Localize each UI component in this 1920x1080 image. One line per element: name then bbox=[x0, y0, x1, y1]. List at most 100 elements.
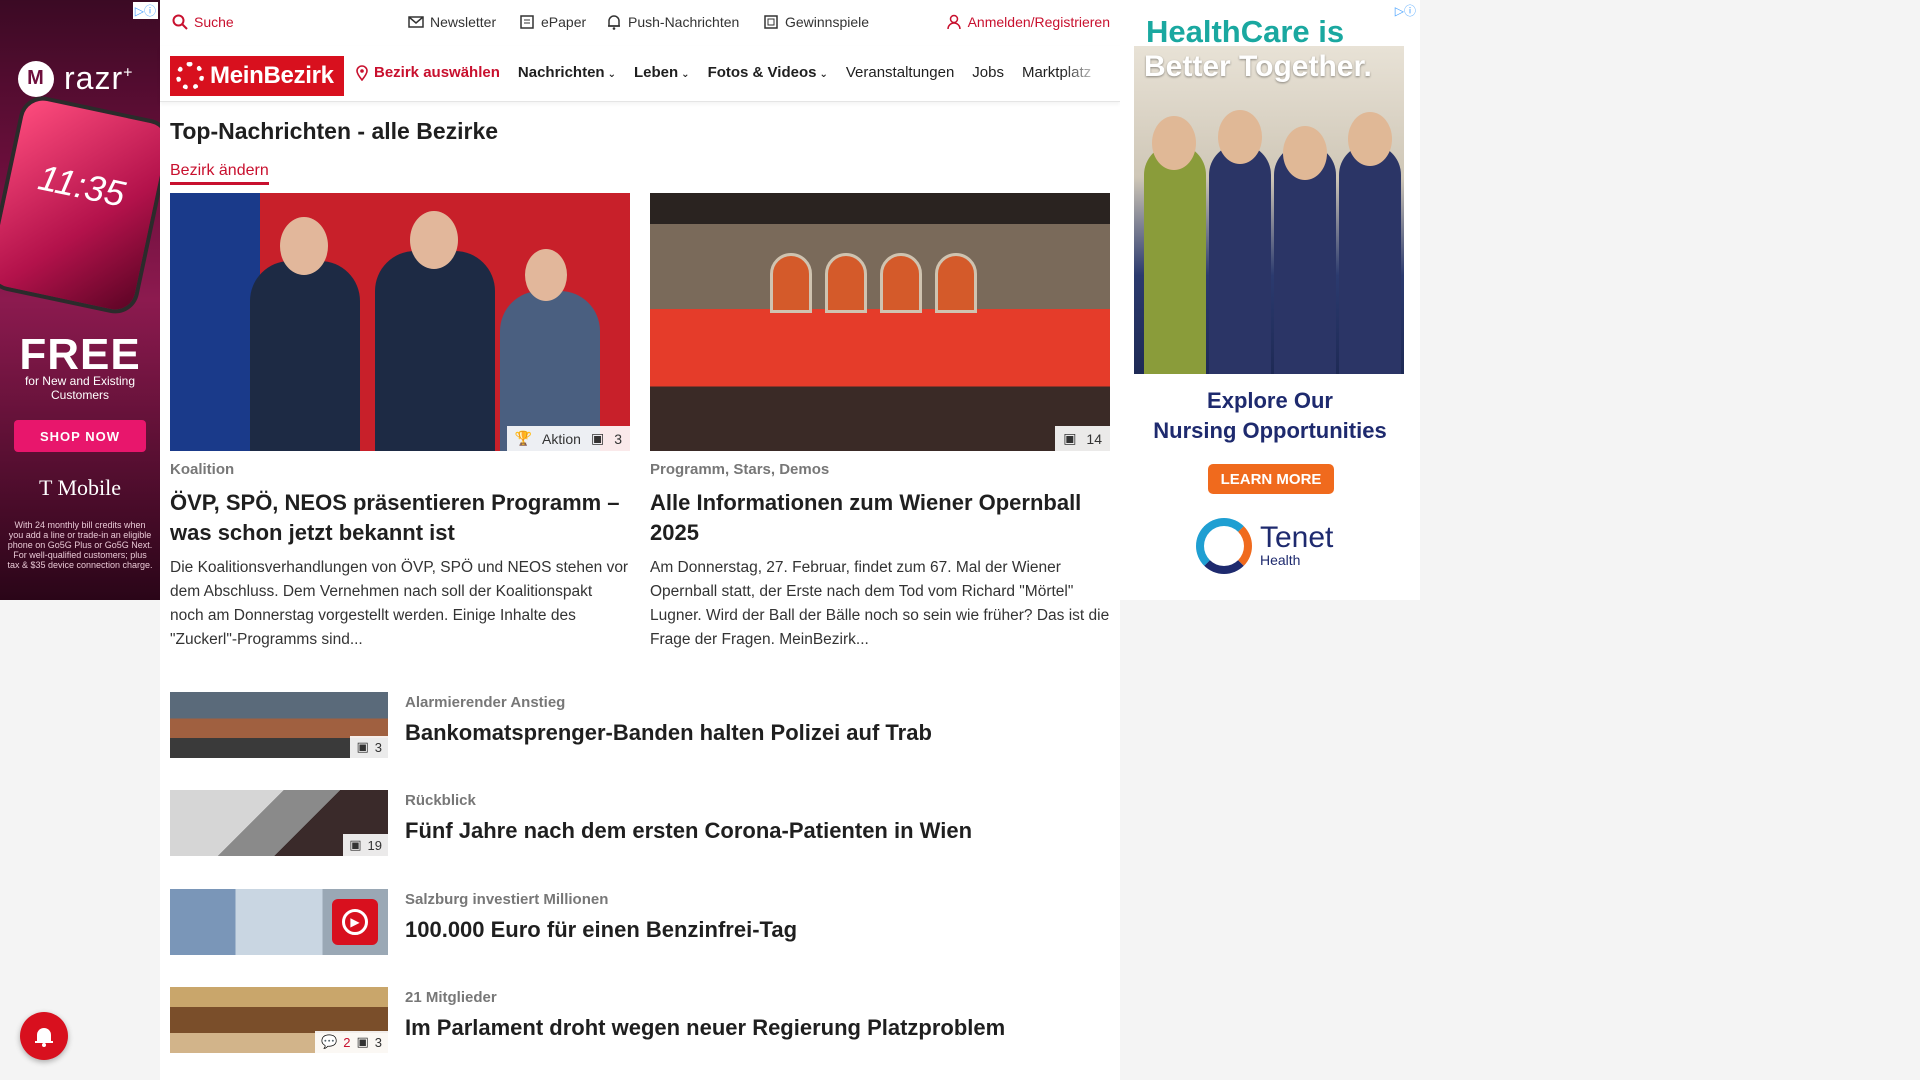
feature-article[interactable]: 🏆 Aktion ▣ 3 Koalition ÖVP, SPÖ, NEOS pr… bbox=[170, 193, 630, 652]
ad-subheadline: for New and Existing Customers bbox=[24, 374, 136, 402]
nav-item-fotos-videos[interactable]: Fotos & Videos ⌄ bbox=[708, 64, 828, 81]
nav-item-jobs[interactable]: Jobs bbox=[972, 64, 1004, 81]
article-kicker: Rückblick bbox=[405, 792, 476, 809]
bell-icon bbox=[35, 1028, 53, 1047]
opera-arch bbox=[825, 253, 867, 313]
logo-flower-icon bbox=[176, 62, 204, 90]
article-headline[interactable]: Bankomatsprenger-Banden halten Polizei a… bbox=[405, 720, 932, 746]
notification-bell-button[interactable] bbox=[20, 1012, 68, 1060]
nav-item-marktplatz[interactable]: Marktplatz bbox=[1022, 64, 1091, 81]
article-headline[interactable]: 100.000 Euro für einen Benzinfrei-Tag bbox=[405, 917, 797, 943]
epaper-label: ePaper bbox=[541, 14, 587, 30]
ad-info-icon[interactable]: ▷ⓘ bbox=[1395, 2, 1416, 19]
article-thumbnail[interactable]: ▣ 19 bbox=[170, 790, 388, 856]
search-label: Suche bbox=[194, 14, 234, 30]
article-teaser: Am Donnerstag, 27. Februar, findet zum 6… bbox=[650, 559, 1110, 648]
nurse-figure bbox=[1339, 144, 1401, 374]
trophy-icon: 🏆 bbox=[514, 430, 533, 446]
nurse-head bbox=[1218, 110, 1262, 164]
section-title: Top-Nachrichten - alle Bezirke bbox=[170, 118, 499, 144]
article-thumbnail[interactable]: ▶ bbox=[170, 889, 388, 955]
comment-count: 2 bbox=[343, 1034, 351, 1050]
gewinnspiele-label: Gewinnspiele bbox=[785, 14, 870, 30]
photo-count: 3 bbox=[374, 739, 382, 755]
main-content: Suche Newsletter ePaper Push-Nachrichten… bbox=[160, 0, 1120, 1080]
opera-arch bbox=[880, 253, 922, 313]
nav-item-label: Nachrichten bbox=[517, 64, 605, 81]
gift-icon bbox=[763, 14, 779, 30]
article-kicker: 21 Mitglieder bbox=[405, 989, 497, 1006]
ad-headline-2: Better Together. bbox=[1144, 50, 1372, 83]
photo-count: 3 bbox=[614, 430, 622, 447]
advertiser-logo: T Mobile bbox=[38, 475, 122, 500]
video-play-icon: ▶ bbox=[332, 899, 378, 945]
push-link[interactable]: Push-Nachrichten bbox=[606, 14, 739, 30]
change-bezirk-link[interactable]: Bezirk ändern bbox=[170, 162, 269, 185]
ad-subheadline-line: Explore Our bbox=[1207, 388, 1333, 413]
article-kicker: Koalition bbox=[170, 461, 235, 478]
photo-gallery-icon: ▣ bbox=[1063, 430, 1077, 446]
nav-items: Bezirk auswählen Nachrichten ⌄ Leben ⌄ Fot… bbox=[356, 64, 1091, 81]
epaper-link[interactable]: ePaper bbox=[519, 14, 586, 30]
utility-bar: Suche Newsletter ePaper Push-Nachrichten… bbox=[160, 0, 1120, 46]
person-figure bbox=[250, 261, 360, 451]
article-thumbnail[interactable]: ▣ 3 bbox=[170, 692, 388, 758]
left-advertisement[interactable]: ▷ⓘ M razr+ 11:35 FREE for New and Existi… bbox=[0, 0, 160, 600]
right-advertisement[interactable]: ▷ⓘ HealthCare is Better Together. Explor… bbox=[1120, 0, 1420, 600]
image-badges: 🏆 Aktion ▣ 3 bbox=[506, 426, 630, 451]
bezirk-select[interactable]: Bezirk auswählen bbox=[356, 64, 500, 81]
article-headline[interactable]: Alle Informationen zum Wiener Opernball … bbox=[650, 488, 1110, 548]
learn-more-button[interactable]: LEARN MORE bbox=[1208, 464, 1334, 494]
article-kicker: Programm, Stars, Demos bbox=[650, 461, 830, 478]
nurse-figure bbox=[1144, 144, 1206, 374]
ad-brand: M razr+ bbox=[18, 60, 133, 97]
nurse-figure bbox=[1209, 144, 1271, 374]
article-image[interactable]: 🏆 Aktion ▣ 3 bbox=[170, 193, 630, 451]
ad-subheadline-line: Nursing Opportunities bbox=[1153, 418, 1387, 443]
nav-item-label: Fotos & Videos bbox=[707, 64, 817, 81]
list-item[interactable]: 💬 2 ▣ 3 21 Mitglieder Im Parlament droht… bbox=[170, 987, 1110, 1055]
person-head bbox=[525, 249, 567, 301]
gewinnspiele-link[interactable]: Gewinnspiele bbox=[763, 14, 869, 30]
chevron-down-icon: ⌄ bbox=[819, 69, 828, 80]
ad-info-icon[interactable]: ▷ⓘ bbox=[132, 2, 158, 19]
bell-icon bbox=[606, 14, 622, 30]
nav-item-nachrichten[interactable]: Nachrichten ⌄ bbox=[518, 64, 616, 81]
article-headline[interactable]: Fünf Jahre nach dem ersten Corona-Patien… bbox=[405, 818, 972, 844]
newsletter-link[interactable]: Newsletter bbox=[408, 14, 496, 30]
person-head bbox=[280, 217, 328, 275]
newspaper-icon bbox=[519, 14, 535, 30]
logo-text: MeinBezirk bbox=[210, 62, 334, 89]
login-label: Anmelden/Registrieren bbox=[967, 14, 1110, 30]
nurse-head bbox=[1283, 126, 1327, 180]
article-headline[interactable]: ÖVP, SPÖ, NEOS präsentieren Programm – w… bbox=[170, 488, 630, 548]
image-badges: 💬 2 ▣ 3 bbox=[315, 1031, 388, 1053]
feature-article[interactable]: ▣ 14 Programm, Stars, Demos Alle Informa… bbox=[650, 193, 1110, 652]
list-item[interactable]: ▶ Salzburg investiert Millionen 100.000 … bbox=[170, 889, 1110, 957]
photo-gallery-icon: ▣ bbox=[590, 430, 605, 446]
ad-fine-print: With 24 monthly bill credits when you ad… bbox=[7, 520, 153, 570]
article-thumbnail[interactable]: 💬 2 ▣ 3 bbox=[170, 987, 388, 1053]
person-head bbox=[410, 211, 458, 269]
nav-item-veranstaltungen[interactable]: Veranstaltungen bbox=[846, 64, 954, 81]
search-link[interactable]: Suche bbox=[172, 14, 234, 30]
meinbezirk-logo[interactable]: MeinBezirk bbox=[170, 56, 344, 96]
bezirk-select-label: Bezirk auswählen bbox=[374, 64, 500, 81]
login-link[interactable]: Anmelden/Registrieren bbox=[946, 14, 1110, 30]
article-kicker: Alarmierender Anstieg bbox=[405, 694, 566, 711]
article-headline[interactable]: Im Parlament droht wegen neuer Regierung… bbox=[405, 1015, 1005, 1041]
tenet-name: Tenet bbox=[1260, 521, 1334, 554]
nurse-head bbox=[1348, 112, 1392, 166]
list-item[interactable]: ▣ 19 Rückblick Fünf Jahre nach dem erste… bbox=[170, 790, 1110, 858]
shop-now-button[interactable]: SHOP NOW bbox=[14, 420, 146, 452]
search-icon bbox=[172, 14, 188, 30]
list-item[interactable]: ▣ 3 Alarmierender Anstieg Bankomatspreng… bbox=[170, 692, 1110, 760]
photo-count: 19 bbox=[367, 837, 382, 853]
article-image[interactable]: ▣ 14 bbox=[650, 193, 1110, 451]
nav-item-leben[interactable]: Leben ⌄ bbox=[634, 64, 690, 81]
opera-arch bbox=[935, 253, 977, 313]
image-badges: ▣ 14 bbox=[1055, 426, 1110, 451]
location-pin-icon bbox=[356, 64, 368, 81]
push-label: Push-Nachrichten bbox=[628, 14, 740, 30]
ad-headline: HealthCare is bbox=[1146, 14, 1345, 49]
